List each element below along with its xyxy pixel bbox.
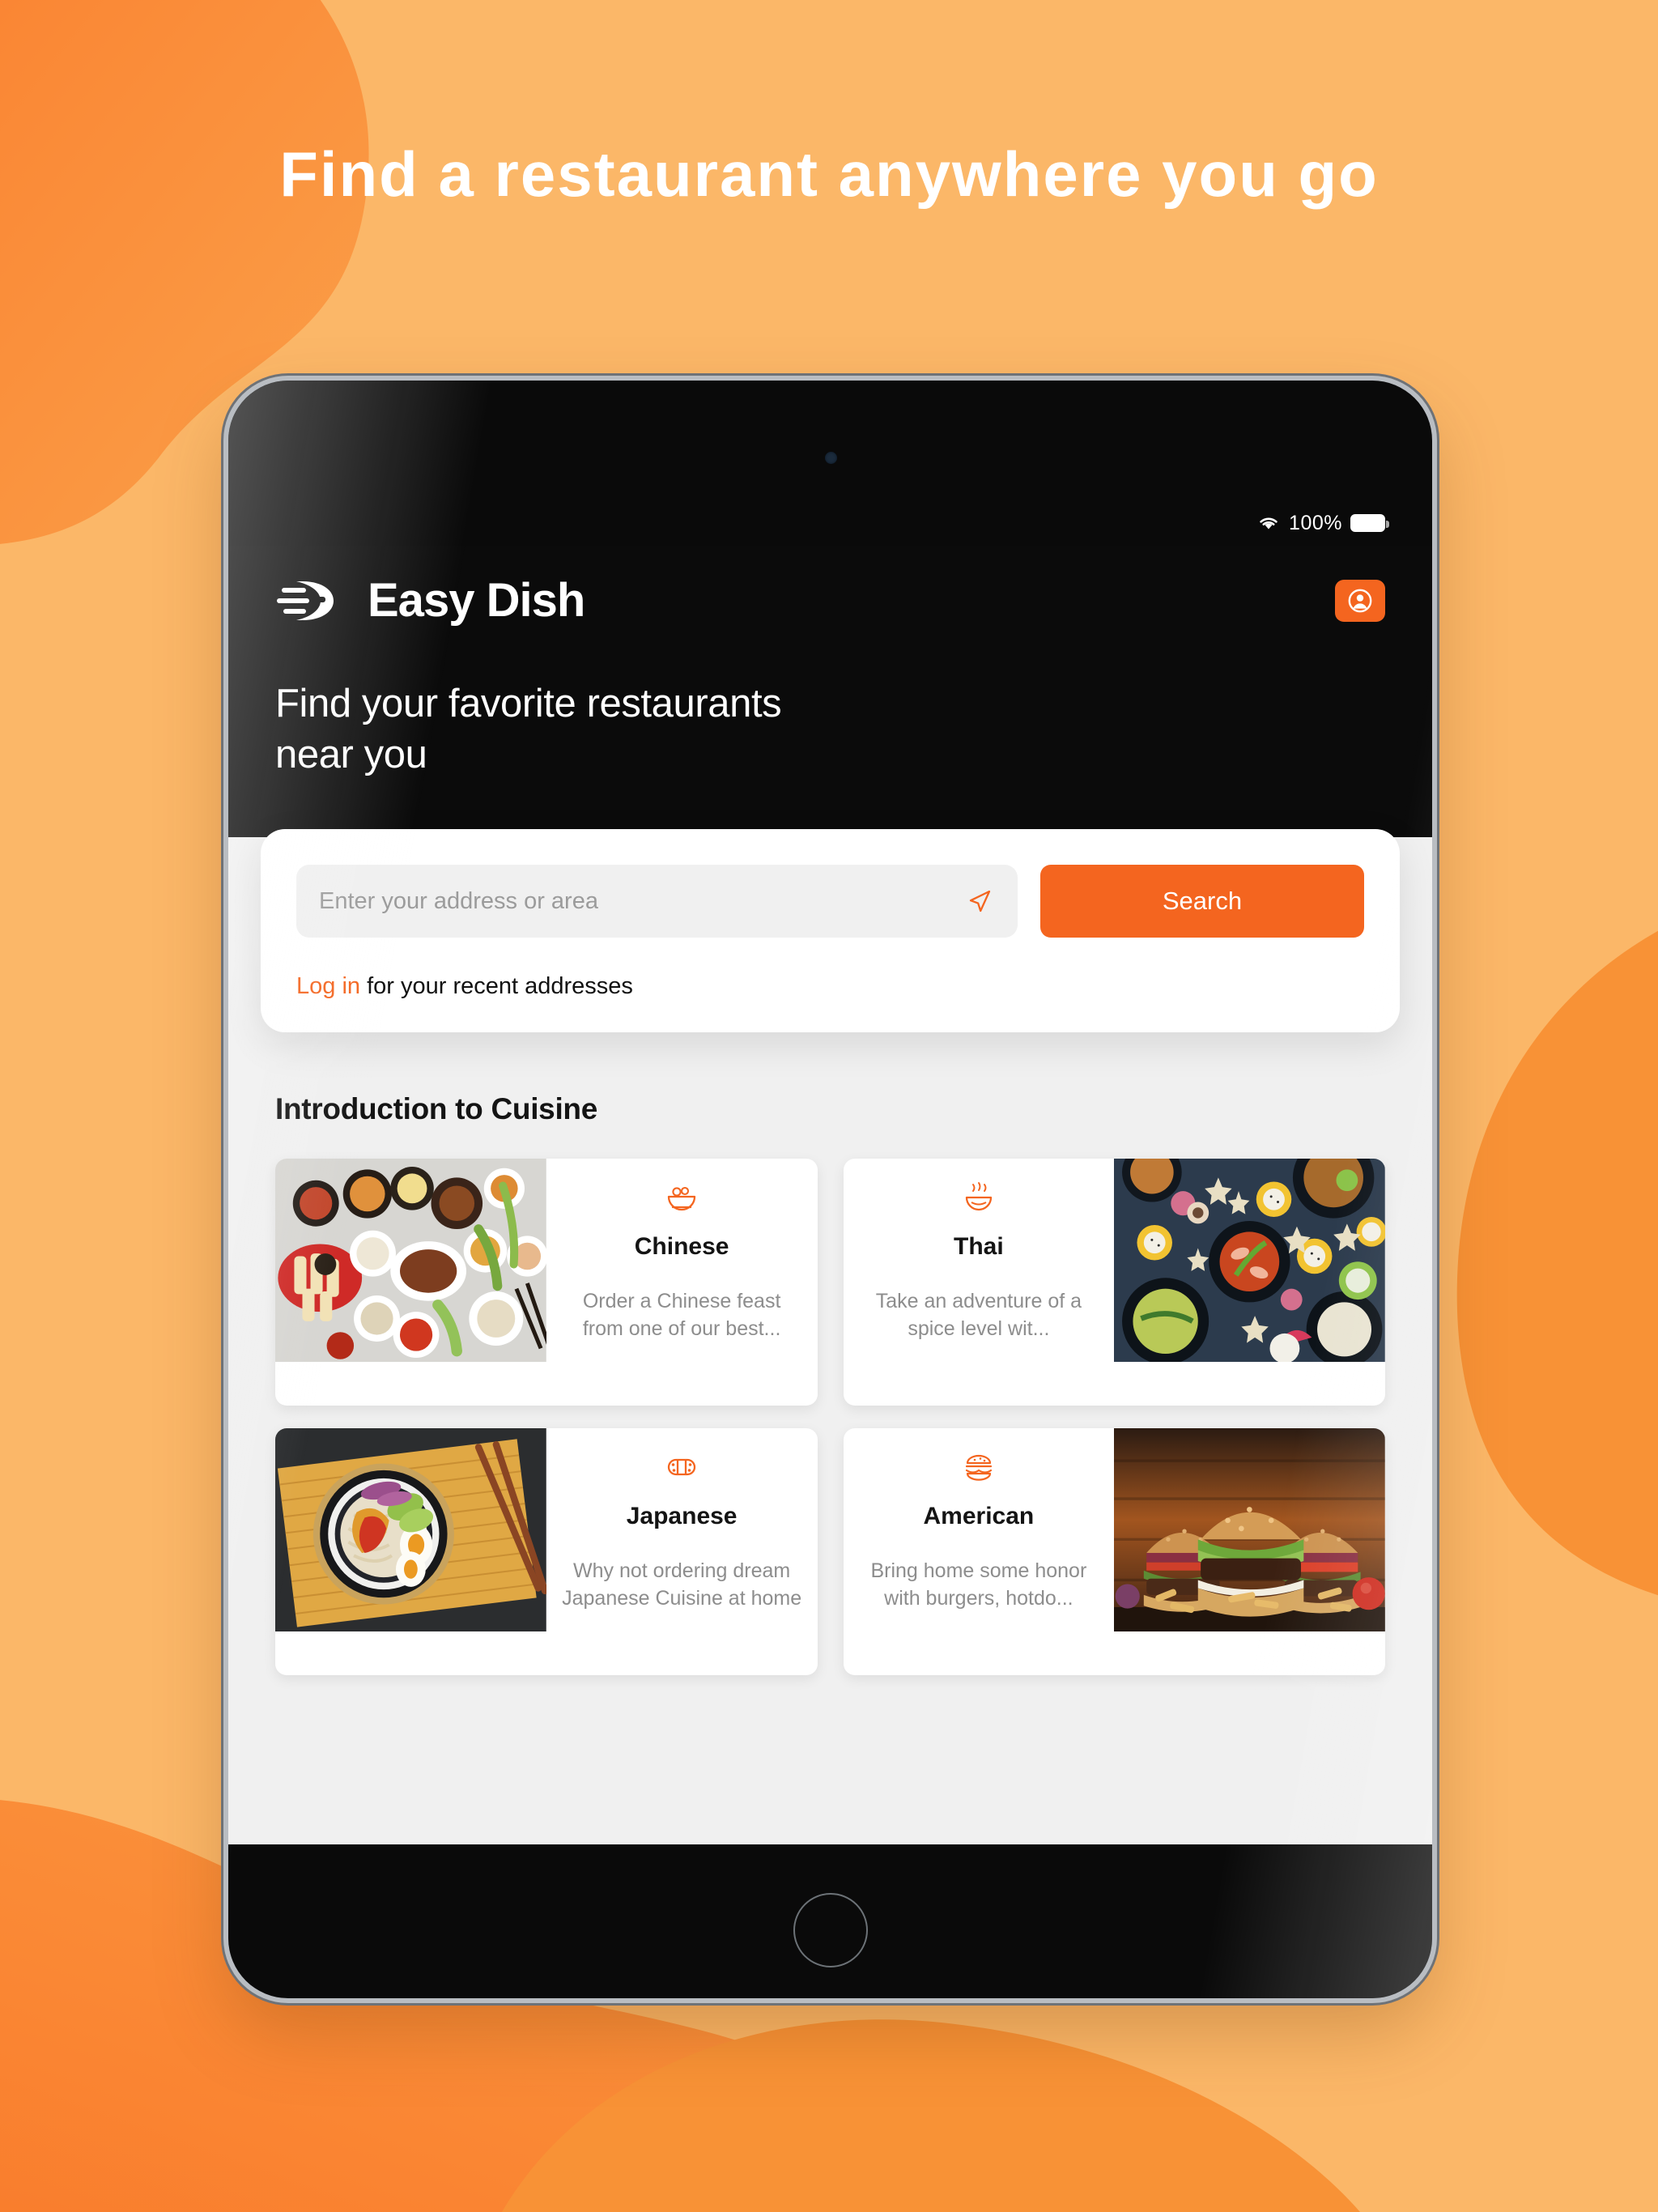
burger-icon <box>962 1449 996 1485</box>
login-link[interactable]: Log in <box>296 973 360 999</box>
cuisine-name: Thai <box>954 1233 1004 1260</box>
cuisine-grid: Chinese Order a Chinese feast from one o… <box>275 1159 1385 1675</box>
rice-bowl-icon <box>665 1180 699 1215</box>
front-camera-icon <box>824 452 837 464</box>
promo-headline: Find a restaurant anywhere you go <box>279 138 1379 210</box>
account-button[interactable] <box>1335 580 1385 622</box>
tablet-screen: 100% Easy Dish Find your favorite restau… <box>228 500 1432 1844</box>
cuisine-body: Chinese Order a Chinese feast from one o… <box>546 1159 818 1406</box>
cuisine-body: Thai Take an adventure of a spice level … <box>844 1159 1115 1406</box>
cuisine-card-american[interactable]: American Bring home some honor with burg… <box>843 1428 1385 1675</box>
navigation-arrow-icon <box>969 890 991 912</box>
app-topbar: Easy Dish <box>275 576 1385 625</box>
hero-title: Find your favorite restaurants near you <box>275 682 782 776</box>
battery-percent-label: 100% <box>1289 511 1342 534</box>
search-row: Search <box>296 865 1364 938</box>
cuisine-name: American <box>923 1503 1035 1529</box>
tablet-device: 100% Easy Dish Find your favorite restau… <box>228 381 1432 1998</box>
cuisine-description: Why not ordering dream Japanese Cuisine … <box>562 1559 802 1610</box>
wifi-icon <box>1260 517 1278 530</box>
cuisine-description: Take an adventure of a spice level wit..… <box>875 1290 1082 1340</box>
cuisine-card-thai[interactable]: Thai Take an adventure of a spice level … <box>843 1159 1385 1406</box>
search-button[interactable]: Search <box>1040 865 1364 938</box>
cuisine-heading: Introduction to Cuisine <box>275 1092 598 1125</box>
brand-lockup[interactable]: Easy Dish <box>275 576 585 625</box>
recent-addresses-line: Log in for your recent addresses <box>296 973 1364 1000</box>
status-bar: 100% <box>228 500 1432 546</box>
cuisine-card-japanese[interactable]: Japanese Why not ordering dream Japanese… <box>275 1428 818 1675</box>
recent-addresses-suffix: for your recent addresses <box>360 973 633 999</box>
cuisine-description: Bring home some honor with burgers, hotd… <box>870 1559 1087 1610</box>
brand-name: Easy Dish <box>368 574 585 627</box>
steaming-bowl-icon <box>962 1180 996 1215</box>
cuisine-name: Chinese <box>634 1233 729 1260</box>
use-my-location-button[interactable] <box>964 887 995 915</box>
search-input[interactable] <box>319 887 964 915</box>
ramen-bowl-photo <box>275 1428 546 1675</box>
battery-full-icon <box>1350 514 1389 532</box>
account-circle-icon <box>1348 589 1372 613</box>
search-card-wrap: Search Log in for your recent addresses <box>228 829 1432 1032</box>
search-field[interactable] <box>296 865 1018 938</box>
sushi-roll-icon <box>665 1449 699 1485</box>
app-hero: Easy Dish Find your favorite restaurants… <box>228 546 1432 837</box>
home-button[interactable] <box>793 1893 868 1967</box>
cuisine-body: American Bring home some honor with burg… <box>844 1428 1115 1675</box>
burgers-photo <box>1114 1428 1385 1675</box>
cuisine-description: Order a Chinese feast from one of our be… <box>582 1290 781 1340</box>
promo-stage: Find a restaurant anywhere you go 100% E… <box>0 0 1658 2212</box>
cuisine-body: Japanese Why not ordering dream Japanese… <box>546 1428 818 1675</box>
search-card: Search Log in for your recent addresses <box>261 829 1400 1032</box>
cuisine-section: Introduction to Cuisine Chinese Order a … <box>228 1032 1432 1675</box>
cuisine-name: Japanese <box>626 1503 738 1529</box>
chinese-feast-photo <box>275 1159 546 1406</box>
cuisine-card-chinese[interactable]: Chinese Order a Chinese feast from one o… <box>275 1159 818 1406</box>
easy-dish-speed-logo-icon <box>277 581 334 620</box>
thai-spread-photo <box>1114 1159 1385 1406</box>
